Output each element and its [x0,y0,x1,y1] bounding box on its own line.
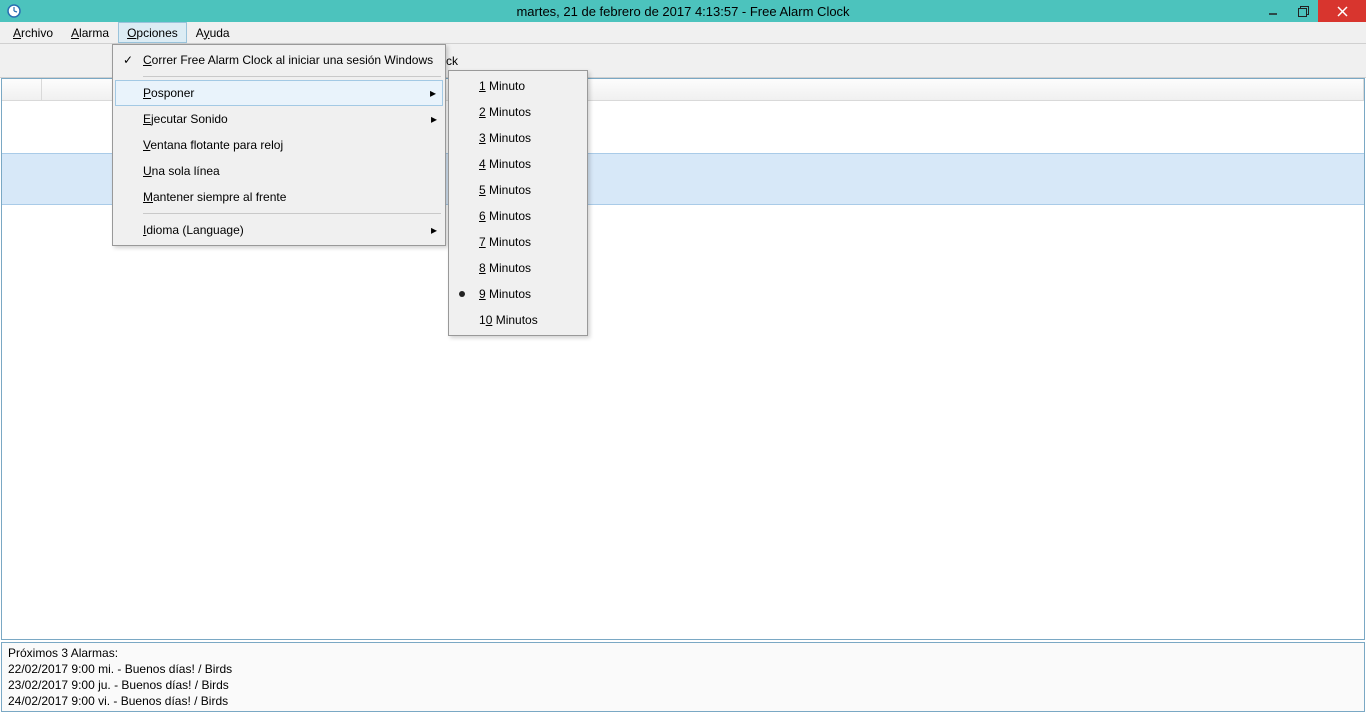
menu-archivo[interactable]: Archivo [4,22,62,43]
menu-ayuda[interactable]: Ayuda [187,22,239,43]
snooze-4min[interactable]: 4 Minutos [451,151,585,177]
opciones-dropdown: ✓ Correr Free Alarm Clock al iniciar una… [112,44,446,246]
minimize-button[interactable] [1258,0,1288,22]
submenu-arrow-icon: ▸ [431,112,437,126]
status-alarm-1: 22/02/2017 9:00 mi. - Buenos días! / Bir… [8,661,1358,677]
col-1[interactable] [2,79,42,100]
opt-run-startup[interactable]: ✓ Correr Free Alarm Clock al iniciar una… [115,47,443,73]
app-icon [6,3,22,19]
opt-ejecutar-sonido[interactable]: Ejecutar Sonido ▸ [115,106,443,132]
menu-alarma[interactable]: Alarma [62,22,118,43]
check-icon: ✓ [121,53,135,67]
window-title: martes, 21 de febrero de 2017 4:13:57 - … [516,4,849,19]
status-panel: Próximos 3 Alarmas: 22/02/2017 9:00 mi. … [1,642,1365,712]
opt-mantener-frente[interactable]: Mantener siempre al frente [115,184,443,210]
snooze-6min[interactable]: 6 Minutos [451,203,585,229]
snooze-7min[interactable]: 7 Minutos [451,229,585,255]
opt-posponer[interactable]: Posponer ▸ [115,80,443,106]
maximize-button[interactable] [1288,0,1318,22]
titlebar: martes, 21 de febrero de 2017 4:13:57 - … [0,0,1366,22]
menubar: Archivo Alarma Opciones Ayuda [0,22,1366,44]
opt-idioma[interactable]: Idioma (Language) ▸ [115,217,443,243]
menu-opciones[interactable]: Opciones [118,22,187,43]
snooze-3min[interactable]: 3 Minutos [451,125,585,151]
opt-una-sola-linea[interactable]: Una sola línea [115,158,443,184]
snooze-8min[interactable]: 8 Minutos [451,255,585,281]
close-button[interactable] [1318,0,1366,22]
menu-separator [143,76,441,77]
window-controls [1258,0,1366,22]
snooze-5min[interactable]: 5 Minutos [451,177,585,203]
opt-ventana-flotante[interactable]: Ventana flotante para reloj [115,132,443,158]
snooze-9min[interactable]: 9 Minutos [451,281,585,307]
status-alarm-3: 24/02/2017 9:00 vi. - Buenos días! / Bir… [8,693,1358,709]
snooze-2min[interactable]: 2 Minutos [451,99,585,125]
submenu-arrow-icon: ▸ [431,223,437,237]
radio-dot-icon [459,291,465,297]
status-alarm-2: 23/02/2017 9:00 ju. - Buenos días! / Bir… [8,677,1358,693]
menu-separator [143,213,441,214]
posponer-dropdown: 1 Minuto 2 Minutos 3 Minutos 4 Minutos 5… [448,70,588,336]
submenu-arrow-icon: ▸ [430,86,436,100]
snooze-10min[interactable]: 10 Minutos [451,307,585,333]
status-header: Próximos 3 Alarmas: [8,645,1358,661]
snooze-1min[interactable]: 1 Minuto [451,73,585,99]
